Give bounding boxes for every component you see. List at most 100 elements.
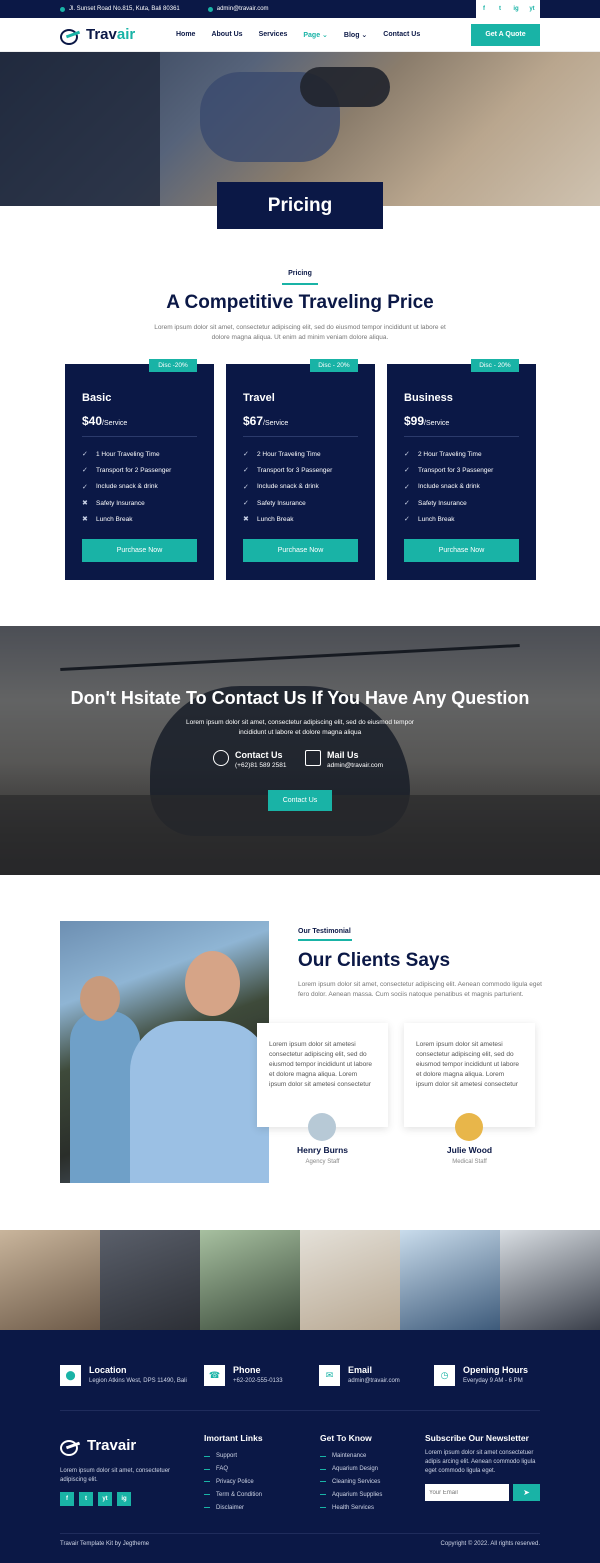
- divider: [82, 436, 197, 437]
- top-bar: Jl. Sunset Road No.815, Kuta, Bali 80361…: [0, 0, 600, 18]
- footer-link[interactable]: Health Services: [320, 1501, 382, 1514]
- feature-item: ✖ Lunch Break: [82, 515, 133, 524]
- newsletter: Subscribe Our Newsletter Lorem ipsum dol…: [425, 1433, 540, 1501]
- nav-about[interactable]: About Us: [211, 31, 242, 39]
- photo-gallery: [0, 1230, 600, 1330]
- contact-title: Don't Hsitate To Contact Us If You Have …: [70, 688, 530, 708]
- testimonial-text: Lorem ipsum dolor sit ametesi consectetu…: [416, 1041, 519, 1088]
- get-quote-button[interactable]: Get A Quote: [471, 23, 540, 46]
- copyright: Copyright © 2022. All rights reserved.: [440, 1541, 540, 1547]
- instagram-icon[interactable]: ig: [117, 1492, 131, 1506]
- phone-icon: ☎: [204, 1365, 225, 1386]
- site-logo[interactable]: Travair: [60, 26, 170, 45]
- plan-name: Basic: [82, 392, 112, 404]
- twitter-icon[interactable]: t: [492, 0, 508, 18]
- divider: [404, 436, 519, 437]
- youtube-icon[interactable]: yt: [98, 1492, 112, 1506]
- instagram-icon[interactable]: ig: [508, 0, 524, 18]
- pricing-title: A Competitive Traveling Price: [166, 292, 434, 313]
- contact-mail[interactable]: Mail Us admin@travair.com: [305, 750, 383, 769]
- plane-logo-icon: [60, 1438, 82, 1456]
- contact-lead: Lorem ipsum dolor sit amet, consectetur …: [186, 719, 414, 736]
- site-header: Travair Home About Us Services Page ⌄ Bl…: [0, 18, 600, 52]
- gallery-photo: [200, 1230, 300, 1330]
- check-icon: ✓: [243, 451, 249, 459]
- contact-phone-value[interactable]: (+62)81 589 2581: [235, 762, 287, 769]
- email-item[interactable]: admin@travair.com: [207, 6, 269, 12]
- nav-services[interactable]: Services: [259, 31, 288, 39]
- gallery-photo: [400, 1230, 500, 1330]
- feature-item: ✓ Transport for 3 Passenger: [243, 466, 333, 475]
- newsletter-email-input[interactable]: [425, 1484, 509, 1501]
- nav-contact[interactable]: Contact Us: [383, 31, 420, 39]
- feature-item: ✓ Include snack & drink: [243, 483, 319, 491]
- purchase-now-button[interactable]: Purchase Now: [243, 539, 358, 562]
- feature-item: ✓ Lunch Break: [404, 515, 455, 524]
- footer-link[interactable]: Term & Condition: [204, 1488, 263, 1501]
- nav-home[interactable]: Home: [176, 31, 195, 39]
- email-text[interactable]: admin@travair.com: [217, 6, 269, 12]
- client-name: Julie Wood: [446, 1145, 493, 1155]
- address-text: Jl. Sunset Road No.815, Kuta, Bali 80361: [69, 6, 180, 12]
- pricing-section: Pricing Pricing A Competitive Traveling …: [0, 182, 600, 626]
- eyebrow-underline: [298, 939, 352, 941]
- discount-badge: Disc - 20%: [471, 359, 519, 372]
- youtube-icon[interactable]: yt: [524, 0, 540, 18]
- feature-item: ✓ 2 Hour Traveling Time: [404, 450, 482, 459]
- hero-photo-shape: [300, 67, 390, 107]
- info-value[interactable]: admin@travair.com: [348, 1378, 400, 1384]
- info-title: Location: [89, 1365, 127, 1375]
- feature-item: ✖ Lunch Break: [243, 515, 294, 524]
- footer-link[interactable]: FAQ: [204, 1463, 263, 1476]
- send-icon[interactable]: ➤: [513, 1484, 540, 1501]
- contact-phone[interactable]: Contact Us (+62)81 589 2581: [213, 750, 287, 769]
- plan-card-basic: Disc -20% Basic $40/Service ✓ 1 Hour Trav…: [65, 359, 214, 580]
- facebook-icon[interactable]: f: [476, 0, 492, 18]
- feature-list: ✓ 1 Hour Traveling Time ✓ Transport for 2 …: [82, 446, 171, 527]
- client-role: Medical Staff: [452, 1159, 487, 1165]
- feature-item: ✓ Include snack & drink: [404, 483, 480, 491]
- testimonial-text: Lorem ipsum dolor sit ametesi consectetu…: [269, 1041, 372, 1088]
- address-item: Jl. Sunset Road No.815, Kuta, Bali 80361: [60, 6, 180, 12]
- page-title: Pricing: [217, 182, 383, 229]
- footer-credit: Travair Template Kit by Jegtheme: [60, 1541, 150, 1547]
- purchase-now-button[interactable]: Purchase Now: [404, 539, 519, 562]
- clock-icon: ◷: [434, 1365, 455, 1386]
- plan-name: Business: [404, 392, 453, 404]
- nav-page[interactable]: Page ⌄: [303, 31, 328, 39]
- twitter-icon[interactable]: t: [79, 1492, 93, 1506]
- contact-us-button[interactable]: Contact Us: [268, 790, 332, 811]
- footer-link[interactable]: Maintenance: [320, 1450, 382, 1463]
- footer-link[interactable]: Cleaning Services: [320, 1476, 382, 1489]
- logo-text-b: air: [116, 26, 136, 43]
- feature-list: ✓ 2 Hour Traveling Time ✓ Transport for 3 …: [243, 446, 332, 527]
- facebook-icon[interactable]: f: [60, 1492, 74, 1506]
- info-title: Email: [348, 1365, 373, 1375]
- gallery-photo: [300, 1230, 400, 1330]
- client-name: Henry Burns: [296, 1145, 348, 1155]
- footer-logo[interactable]: Travair: [60, 1437, 136, 1456]
- check-icon: ✓: [243, 500, 249, 508]
- check-icon: ✓: [404, 500, 410, 508]
- cross-icon: ✖: [243, 516, 249, 524]
- plan-card-travel: Disc - 20% Travel $67/Service ✓ 2 Hour Tr…: [226, 359, 375, 580]
- footer-link[interactable]: Support: [204, 1450, 263, 1463]
- discount-badge: Disc -20%: [149, 359, 197, 372]
- footer-link[interactable]: Disclaimer: [204, 1501, 263, 1514]
- testimonial-lead: Lorem ipsum dolor sit amet, consectetur …: [298, 981, 542, 998]
- footer-link[interactable]: Aquarium Design: [320, 1463, 382, 1476]
- nav-blog[interactable]: Blog ⌄: [344, 31, 367, 39]
- footer-link[interactable]: Privacy Police: [204, 1476, 263, 1489]
- check-icon: ✓: [404, 483, 410, 491]
- avatar: [455, 1113, 483, 1141]
- cross-icon: ✖: [82, 500, 88, 508]
- footer-link[interactable]: Aquarium Supplies: [320, 1488, 382, 1501]
- contact-mail-value[interactable]: admin@travair.com: [327, 762, 383, 769]
- pricing-lead: Lorem ipsum dolor sit amet, consectetur …: [154, 324, 446, 341]
- info-title: Phone: [233, 1365, 261, 1375]
- purchase-now-button[interactable]: Purchase Now: [82, 539, 197, 562]
- testimonial-card: Lorem ipsum dolor sit ametesi consectetu…: [404, 1023, 535, 1127]
- plane-logo-icon: [60, 27, 82, 45]
- avatar: [308, 1113, 336, 1141]
- photo-figure: [130, 1021, 269, 1183]
